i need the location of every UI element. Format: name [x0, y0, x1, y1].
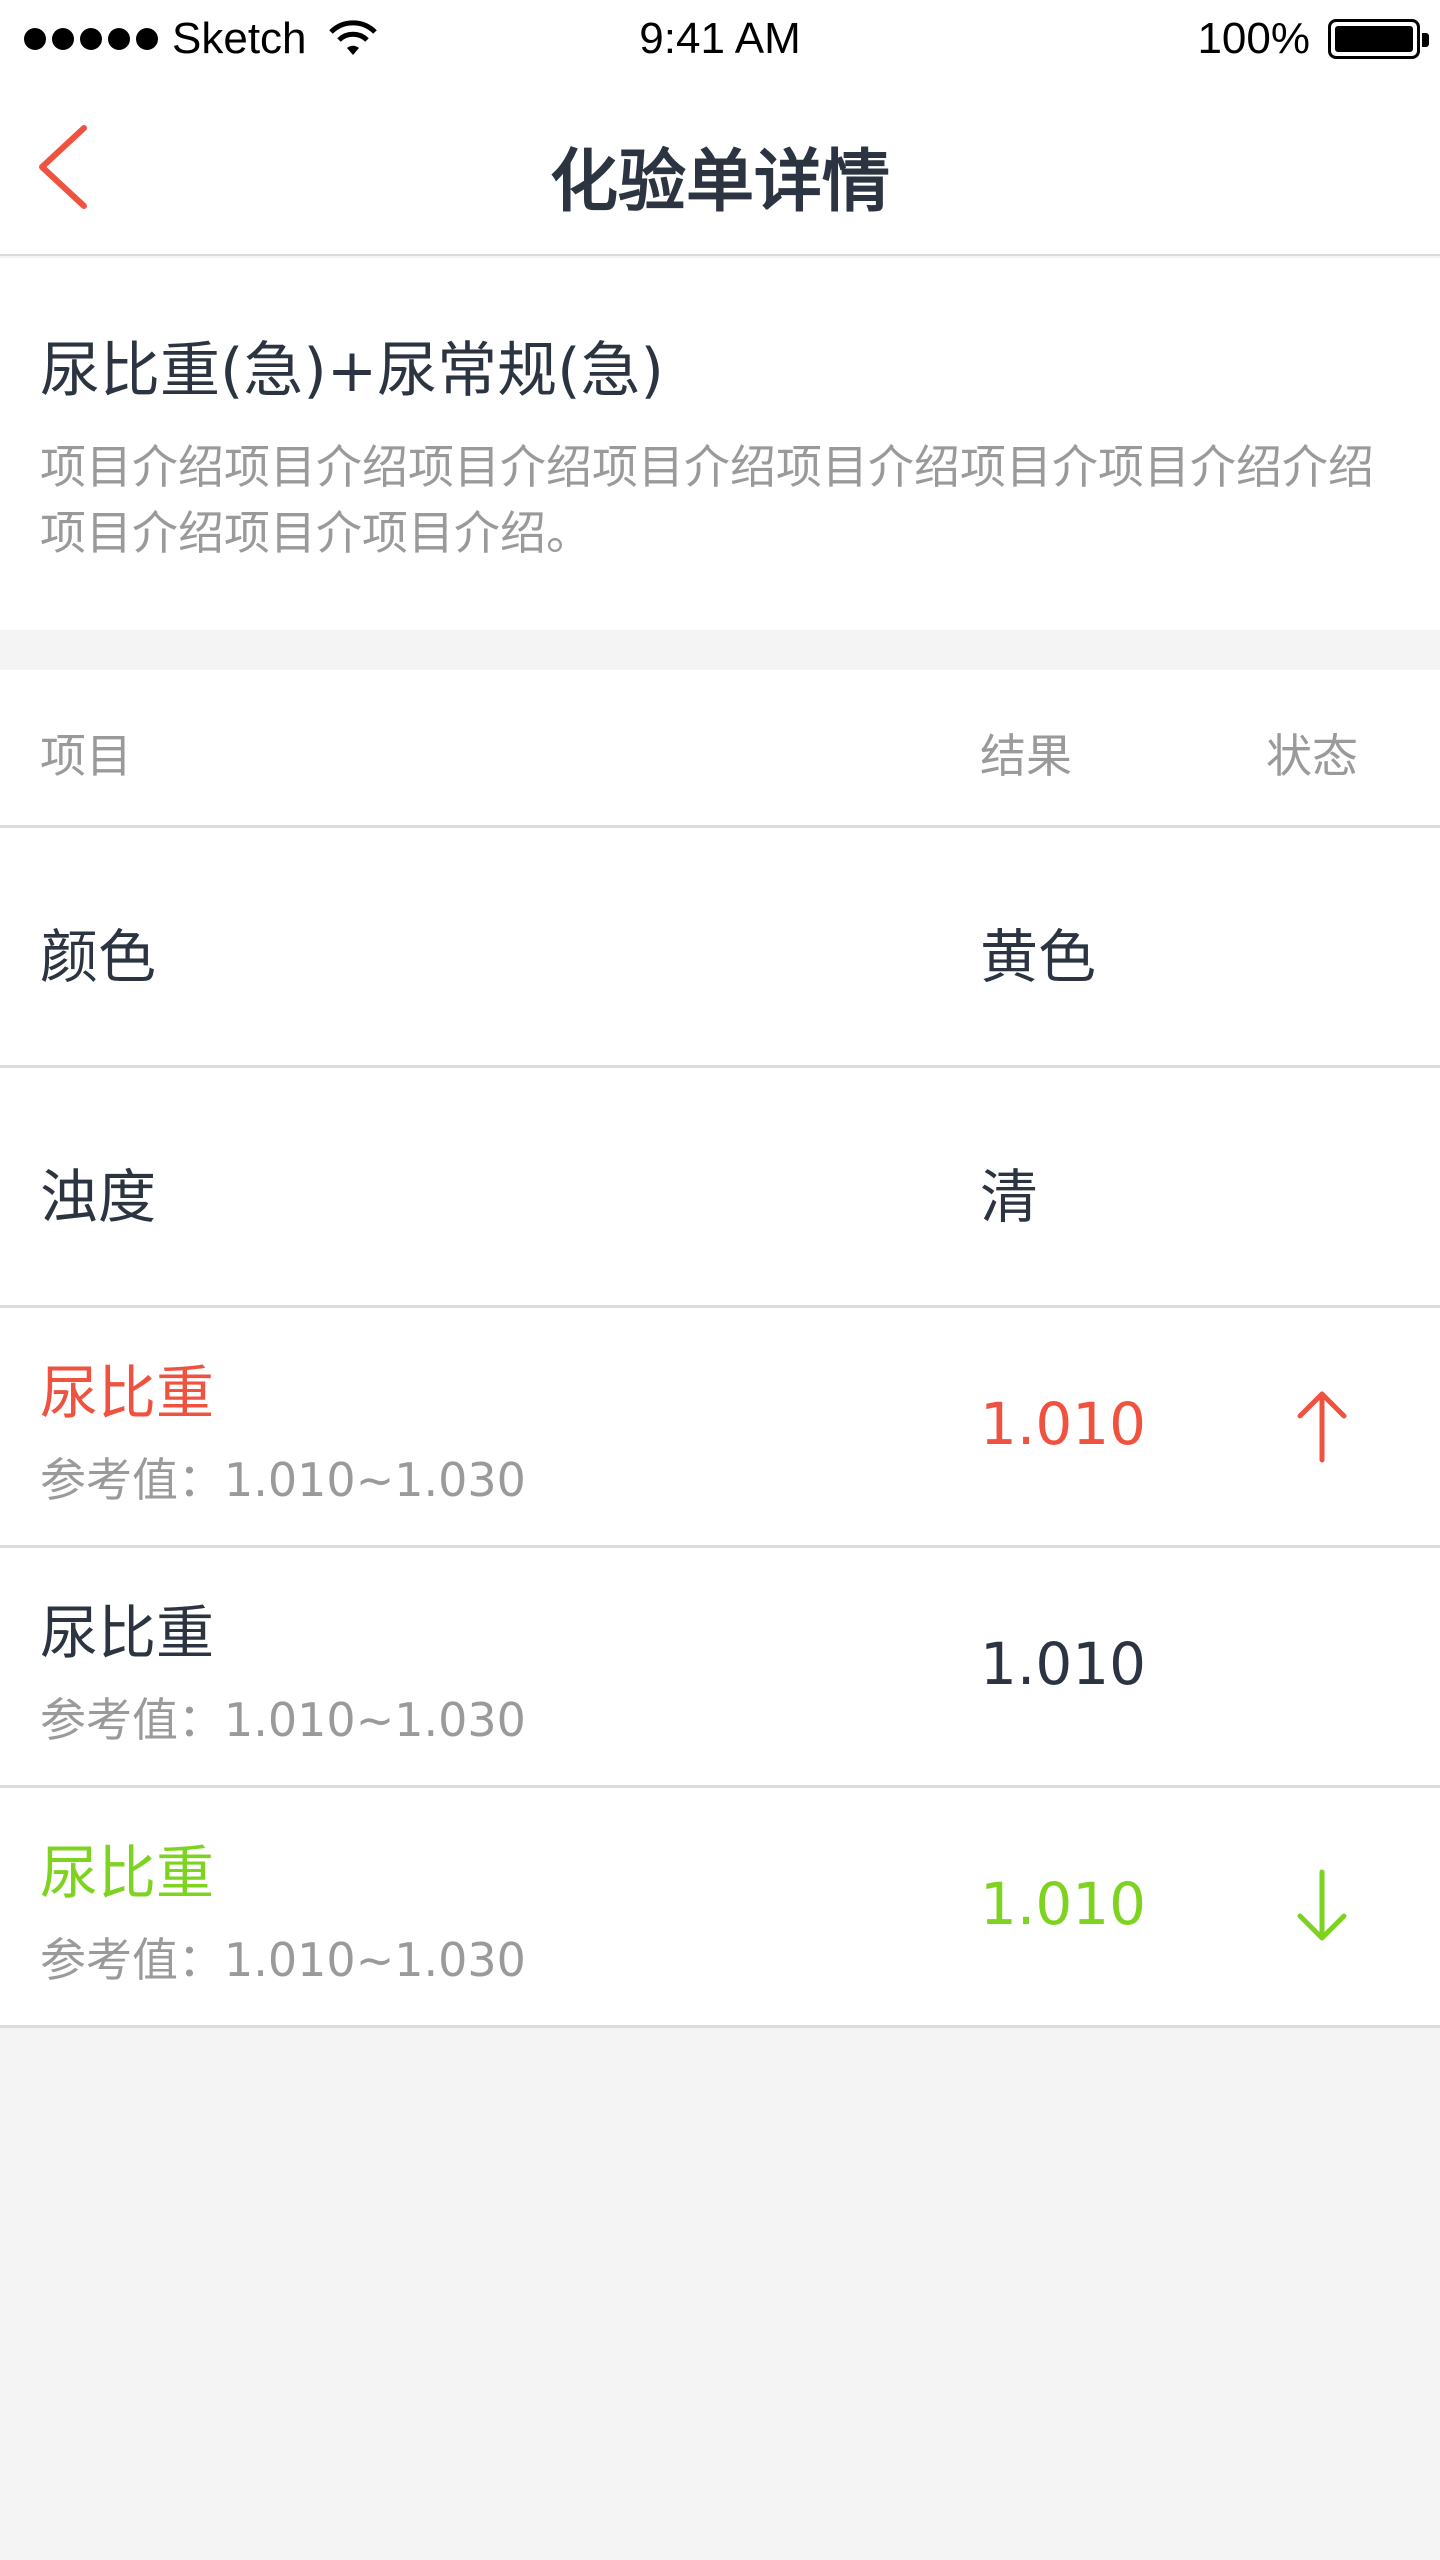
- row-result: 1.010: [980, 1390, 1147, 1458]
- table-row: 颜色 黄色: [0, 828, 1440, 1068]
- status-bar: Sketch 9:41 AM 100%: [0, 0, 1440, 80]
- down-arrow-icon: [1297, 1869, 1347, 1941]
- header-item: 项目: [40, 729, 132, 783]
- battery-icon: [1328, 19, 1429, 59]
- table-row: 尿比重 参考值：1.010~1.030 1.010: [0, 1308, 1440, 1548]
- test-intro-section: 尿比重(急)+尿常规(急) 项目介绍项目介绍项目介绍项目介绍项目介绍项目介项目介…: [0, 258, 1440, 630]
- table-row: 尿比重 参考值：1.010~1.030 1.010: [0, 1788, 1440, 2028]
- row-reference-value: 参考值：1.010~1.030: [40, 1693, 526, 1747]
- row-reference-value: 参考值：1.010~1.030: [40, 1453, 526, 1507]
- status-bar-right: 100%: [1197, 14, 1429, 64]
- row-result: 清: [980, 1163, 1039, 1231]
- row-item-name: 尿比重: [40, 1359, 215, 1427]
- page-title: 化验单详情: [549, 143, 890, 222]
- table-header: 项目 结果 状态: [0, 670, 1440, 828]
- results-table: 项目 结果 状态 颜色 黄色 浊度 清 尿比重 参考值：1.010~1.030 …: [0, 670, 1440, 2028]
- table-row: 浊度 清: [0, 1068, 1440, 1308]
- row-result: 1.010: [980, 1630, 1147, 1698]
- navigation-bar: 化验单详情: [0, 80, 1440, 256]
- row-reference-value: 参考值：1.010~1.030: [40, 1933, 526, 1987]
- test-description: 项目介绍项目介绍项目介绍项目介绍项目介绍项目介项目介绍介绍项目介绍项目介项目介绍…: [40, 440, 1374, 560]
- row-item-name: 尿比重: [40, 1839, 215, 1907]
- up-arrow-icon: [1297, 1391, 1347, 1463]
- battery-percentage: 100%: [1197, 14, 1310, 63]
- header-result: 结果: [980, 729, 1072, 783]
- table-row: 尿比重 参考值：1.010~1.030 1.010: [0, 1548, 1440, 1788]
- test-title: 尿比重(急)+尿常规(急): [40, 336, 664, 406]
- row-item-name: 浊度: [40, 1163, 157, 1231]
- row-result: 黄色: [980, 923, 1097, 991]
- row-result: 1.010: [980, 1870, 1147, 1938]
- header-status: 状态: [1266, 729, 1358, 783]
- row-item-name: 颜色: [40, 923, 157, 991]
- row-item-name: 尿比重: [40, 1599, 215, 1667]
